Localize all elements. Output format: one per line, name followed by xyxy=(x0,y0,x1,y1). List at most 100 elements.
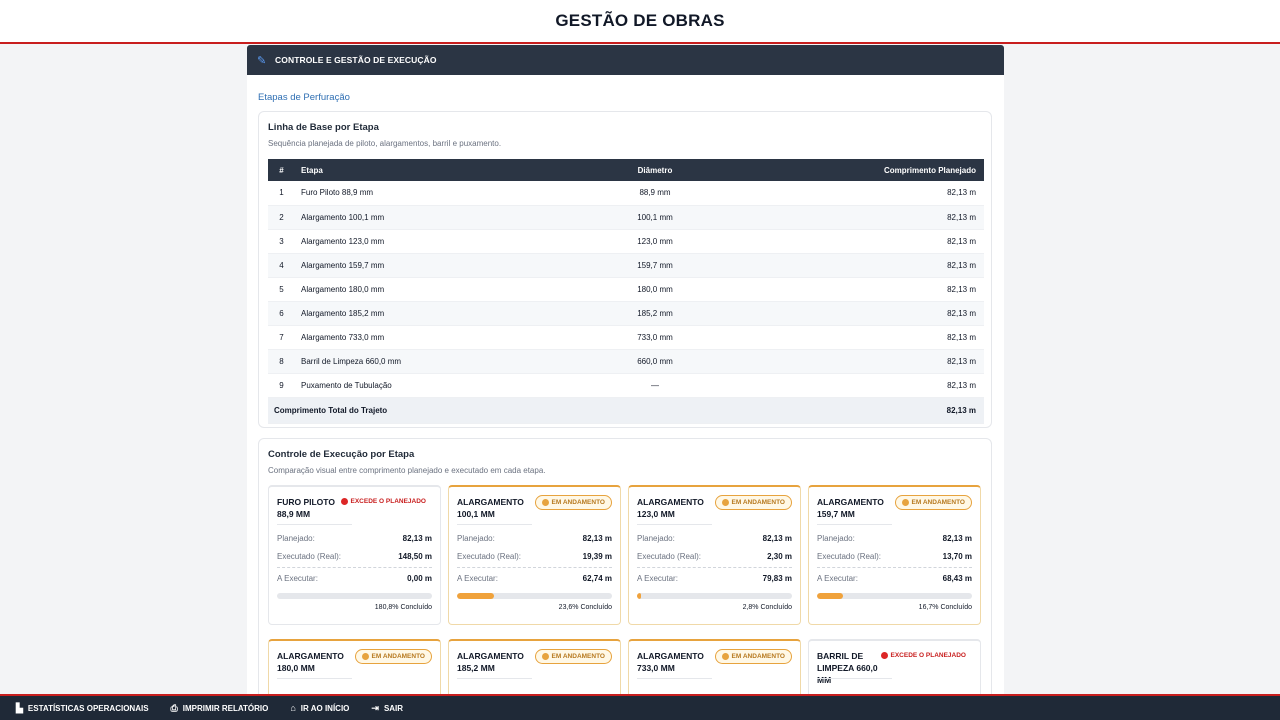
planned-value: 82,13 m xyxy=(942,534,972,543)
cell-comprimento: 82,13 m xyxy=(775,181,984,206)
stage-card: FURO PILOTO 88,9 MM EXCEDE O PLANEJADO Pla… xyxy=(268,485,441,625)
cell-comprimento: 82,13 m xyxy=(775,301,984,326)
status-badge: EM ANDAMENTO xyxy=(534,649,612,664)
stage-divider xyxy=(637,524,712,525)
cell-diametro: 123,0 mm xyxy=(535,229,775,254)
table-row: 4 Alargamento 159,7 mm 159,7 mm 82,13 m xyxy=(268,253,984,278)
planned-value: 82,13 m xyxy=(402,534,432,543)
cell-etapa: Barril de Limpeza 660,0 mm xyxy=(295,349,535,374)
stage-name: ALARGAMENTO 123,0 MM xyxy=(637,497,704,519)
executed-label: Executado (Real): xyxy=(277,552,342,561)
status-label: EM ANDAMENTO xyxy=(551,653,605,660)
status-label: EM ANDAMENTO xyxy=(731,653,785,660)
chart-icon: ▙ xyxy=(16,702,23,713)
status-dot-icon xyxy=(721,653,729,660)
stage-card: ALARGAMENTO 185,2 MM EM ANDAMENTO xyxy=(448,639,621,695)
stage-name: ALARGAMENTO 180,0 MM xyxy=(277,651,344,673)
cell-etapa: Puxamento de Tubulação xyxy=(295,373,535,398)
progress-fill xyxy=(637,593,642,599)
remaining-value: 0,00 m xyxy=(407,574,432,583)
nav-logout-label: SAIR xyxy=(383,703,404,713)
dashed-divider xyxy=(817,567,972,568)
stage-card: ALARGAMENTO 159,7 MM EM ANDAMENTO Planejad… xyxy=(808,485,981,625)
stage-divider xyxy=(817,678,892,679)
execution-card: Controle de Execução por Etapa Comparaçã… xyxy=(258,438,992,695)
breadcrumb[interactable]: Etapas de Perfuração xyxy=(258,92,350,103)
cell-etapa: Alargamento 180,0 mm xyxy=(295,277,535,302)
remaining-value: 62,74 m xyxy=(582,574,612,583)
stage-name: ALARGAMENTO 159,7 MM xyxy=(817,497,884,519)
cell-diametro: 159,7 mm xyxy=(535,253,775,278)
dashed-divider xyxy=(637,567,792,568)
planned-row: Planejado: 82,13 m xyxy=(457,534,612,543)
cell-etapa: Alargamento 733,0 mm xyxy=(295,325,535,350)
executed-row: Executado (Real): 13,70 m xyxy=(817,552,972,561)
nav-print-label: IMPRIMIR RELATÓRIO xyxy=(182,703,269,713)
progress-label: 180,8% Concluído xyxy=(374,604,432,611)
nav-home-label: IR AO INÍCIO xyxy=(300,703,350,713)
home-icon: ⌂ xyxy=(290,703,296,713)
nav-print-button[interactable]: ⎙ IMPRIMIR RELATÓRIO xyxy=(171,703,269,714)
status-badge: EM ANDAMENTO xyxy=(534,495,612,510)
status-dot-icon xyxy=(880,652,888,659)
stage-name: ALARGAMENTO 100,1 MM xyxy=(457,497,524,519)
cell-etapa: Alargamento 185,2 mm xyxy=(295,301,535,326)
cell-comprimento: 82,13 m xyxy=(775,205,984,230)
nav-stats-button[interactable]: ▙ ESTATÍSTICAS OPERACIONAIS xyxy=(16,703,149,714)
executed-label: Executado (Real): xyxy=(637,552,702,561)
progress-label: 2,8% Concluído xyxy=(742,604,792,611)
stage-name: ALARGAMENTO 733,0 MM xyxy=(637,651,704,673)
logout-icon: ⇥ xyxy=(371,702,379,713)
cell-diametro: 180,0 mm xyxy=(535,277,775,302)
planned-value: 82,13 m xyxy=(582,534,612,543)
cell-num: 1 xyxy=(268,181,295,206)
progress-bar xyxy=(817,593,972,599)
remaining-row: A Executar: 62,74 m xyxy=(457,574,612,583)
bottom-nav: ▙ ESTATÍSTICAS OPERACIONAIS ⎙ IMPRIMIR R… xyxy=(0,694,1280,720)
executed-value: 13,70 m xyxy=(942,552,972,561)
table-row: 6 Alargamento 185,2 mm 185,2 mm 82,13 m xyxy=(268,301,984,326)
table-row: 7 Alargamento 733,0 mm 733,0 mm 82,13 m xyxy=(268,325,984,350)
top-header: GESTÃO DE OBRAS xyxy=(0,0,1280,44)
cell-diametro: 88,9 mm xyxy=(535,181,775,206)
stage-name: ALARGAMENTO 185,2 MM xyxy=(457,651,524,673)
remaining-row: A Executar: 0,00 m xyxy=(277,574,432,583)
remaining-label: A Executar: xyxy=(277,574,318,583)
col-diametro: Diâmetro xyxy=(637,165,673,175)
nav-logout-button[interactable]: ⇥ SAIR xyxy=(371,703,403,714)
table-row: 8 Barril de Limpeza 660,0 mm 660,0 mm 82,13… xyxy=(268,349,984,374)
cell-num: 8 xyxy=(268,349,295,374)
baseline-card: Linha de Base por Etapa Sequência planej… xyxy=(258,111,992,428)
cell-diametro: 660,0 mm xyxy=(535,349,775,374)
planned-row: Planejado: 82,13 m xyxy=(817,534,972,543)
progress-fill xyxy=(817,593,843,599)
cell-diametro: 100,1 mm xyxy=(535,205,775,230)
baseline-table: # Etapa Diâmetro Comprimento Planejado 1… xyxy=(268,159,984,424)
print-icon: ⎙ xyxy=(170,702,178,713)
baseline-subtitle: Sequência planejada de piloto, alargamen… xyxy=(268,139,502,148)
cell-etapa: Furo Piloto 88,9 mm xyxy=(295,181,535,206)
status-badge: EXCEDE O PLANEJADO xyxy=(335,495,433,508)
cell-num: 6 xyxy=(268,301,295,326)
col-etapa: Etapa xyxy=(301,165,323,175)
page-title: GESTÃO DE OBRAS xyxy=(555,11,725,30)
status-label: EM ANDAMENTO xyxy=(731,499,785,506)
status-badge: EM ANDAMENTO xyxy=(894,495,972,510)
progress-bar xyxy=(457,593,612,599)
col-num: # xyxy=(279,165,284,175)
nav-home-button[interactable]: ⌂ IR AO INÍCIO xyxy=(290,703,349,713)
baseline-title: Linha de Base por Etapa xyxy=(268,122,379,133)
planned-value: 82,13 m xyxy=(762,534,792,543)
planned-label: Planejado: xyxy=(817,534,855,543)
cell-comprimento: 82,13 m xyxy=(775,253,984,278)
executed-value: 19,39 m xyxy=(582,552,612,561)
executed-row: Executado (Real): 148,50 m xyxy=(277,552,432,561)
planned-label: Planejado: xyxy=(637,534,675,543)
dashed-divider xyxy=(277,567,432,568)
stage-divider xyxy=(277,524,352,525)
stage-divider xyxy=(637,678,712,679)
executed-value: 148,50 m xyxy=(398,552,432,561)
executed-row: Executado (Real): 2,30 m xyxy=(637,552,792,561)
section-title: CONTROLE E GESTÃO DE EXECUÇÃO xyxy=(275,55,437,65)
col-comprimento: Comprimento Planejado xyxy=(883,165,976,175)
